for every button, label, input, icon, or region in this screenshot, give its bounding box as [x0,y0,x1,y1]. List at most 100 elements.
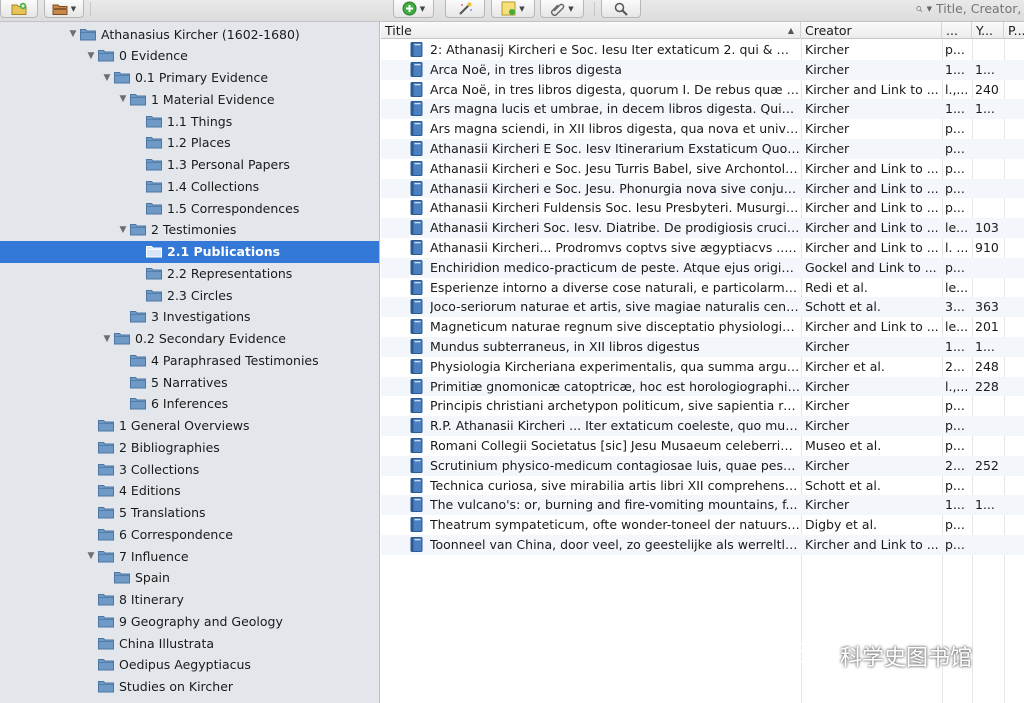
sidebar-collection[interactable]: 6 Correspondence [0,523,379,545]
item-title: The vulcano's: or, burning and fire-vomi… [430,497,798,513]
item-year: 248 [975,358,999,374]
sidebar-collection[interactable]: 1.5 Correspondences [0,197,379,219]
item-row[interactable]: Joco-seriorum naturae et artis, sive mag… [381,297,1024,318]
item-title: 2: Athanasij Kircheri e Soc. Iesu Iter e… [430,42,800,57]
attachment-button[interactable]: ▼ [540,0,584,18]
sort-ascending-icon: ▲ [787,26,794,35]
column-year[interactable]: Y... [972,22,1004,39]
sidebar-collection[interactable]: 2 Bibliographies [0,436,379,458]
item-row[interactable]: Ars magna lucis et umbrae, in decem libr… [381,99,1024,120]
item-row[interactable]: Theatrum sympateticum, ofte wonder-tonee… [381,515,1024,535]
disclosure-triangle-icon[interactable]: ▼ [116,225,130,235]
item-year [975,515,1005,535]
item-row[interactable]: Romani Collegii Societatus [sic] Jesu Mu… [381,436,1024,456]
sidebar-collection[interactable]: ▼ 2 Testimonies [0,219,379,241]
sidebar-collection[interactable]: 8 Itinerary [0,589,379,611]
sidebar-collection[interactable]: ▼ 0.2 Secondary Evidence [0,328,379,350]
new-item-button[interactable]: ▼ [393,0,434,18]
item-row[interactable]: Arca Noë, in tres libros digesta, quorum… [381,80,1024,100]
column-date[interactable]: ... [942,22,972,39]
item-row[interactable]: The vulcano's: or, burning and fire-vomi… [381,495,1024,516]
item-title: Primitiæ gnomonicæ catoptricæ, hoc est h… [430,378,800,394]
item-row[interactable]: Athanasii Kircheri Fuldensis Soc. Iesu P… [381,198,1024,218]
item-row[interactable]: 2: Athanasij Kircheri e Soc. Iesu Iter e… [381,40,1024,60]
sidebar-collection-label: Oedipus Aegyptiacus [119,657,251,673]
sidebar-collection[interactable]: 5 Narratives [0,371,379,393]
magic-wand-button[interactable] [445,0,485,18]
item-row[interactable]: Esperienze intorno a diverse cose natura… [381,278,1024,298]
item-row[interactable]: Physiologia Kircheriana experimentalis, … [381,357,1024,377]
column-pages[interactable]: P... [1004,22,1024,39]
item-row[interactable]: Mundus subterraneus, in XII libros diges… [381,337,1024,357]
sidebar-collection[interactable]: ▼ 0.1 Primary Evidence [0,67,379,89]
sidebar-collection[interactable]: 2.3 Circles [0,284,379,306]
item-row[interactable]: Athanasii Kircheri E Soc. Iesv Itinerari… [381,139,1024,159]
chevron-down-icon: ▼ [568,4,574,13]
item-row[interactable]: Athanasii Kircheri e Soc. Jesu. Phonurgi… [381,178,1024,199]
disclosure-triangle-icon[interactable]: ▼ [100,334,114,344]
sidebar-collection[interactable]: 9 Geography and Geology [0,610,379,632]
advanced-search-button[interactable] [601,0,641,18]
sidebar-collection[interactable]: ▼ 7 Influence [0,545,379,567]
item-row[interactable]: Enchiridion medico-practicum de peste. A… [381,257,1024,278]
item-date: 1... [945,61,965,77]
item-row[interactable]: Toonneel van China, door veel, zo geeste… [381,535,1024,555]
item-row[interactable]: Technica curiosa, sive mirabilia artis l… [381,476,1024,496]
item-row[interactable]: R.P. Athanasii Kircheri ... Iter extatic… [381,416,1024,436]
sidebar-collection[interactable]: ▼ 0 Evidence [0,45,379,67]
sidebar-collection[interactable]: Spain [0,567,379,589]
item-creator: Schott et al. [805,299,881,315]
collection-actions-button[interactable]: ▼ [44,0,84,18]
sidebar-collection[interactable]: Studies on Kircher [0,676,379,698]
sidebar-collection[interactable]: ▼ 1 Material Evidence [0,88,379,110]
sidebar-collection[interactable]: 6 Inferences [0,393,379,415]
sidebar-collection-label: 2 Bibliographies [119,439,220,455]
item-year [975,198,1005,218]
item-row[interactable]: Athanasii Kircheri e Soc. Jesu Turris Ba… [381,159,1024,179]
item-row[interactable]: Athanasii Kircheri Soc. Iesv. Diatribe. … [381,218,1024,238]
sidebar-collection[interactable]: 5 Translations [0,502,379,524]
search-dropdown-icon[interactable]: ▼ [927,5,932,13]
column-title[interactable]: Title ▲ [381,22,801,39]
disclosure-triangle-icon[interactable]: ▼ [100,73,114,83]
item-row[interactable]: Scrutinium physico-medicum contagiosae l… [381,455,1024,476]
sidebar-collection[interactable]: 1.1 Things [0,110,379,132]
sidebar-collection[interactable]: 4 Paraphrased Testimonies [0,349,379,371]
sidebar-collection[interactable]: 2.1 Publications [0,240,379,263]
search-input[interactable] [936,1,1024,16]
sidebar-collection[interactable]: 4 Editions [0,480,379,502]
sidebar-collection-label: Spain [135,570,170,586]
sidebar-collection[interactable]: ▼ Athanasius Kircher (1602-1680) [0,23,379,45]
item-title: Athanasii Kircheri E Soc. Iesv Itinerari… [430,141,800,156]
item-creator: Digby et al. [805,517,878,533]
sidebar-collection[interactable]: 1.4 Collections [0,175,379,197]
sidebar-collection-label: 1.3 Personal Papers [167,157,290,172]
sidebar-collection[interactable]: 1.2 Places [0,132,379,154]
disclosure-triangle-icon[interactable]: ▼ [84,551,98,561]
sidebar-collection[interactable]: China Illustrata [0,632,379,654]
item-year: 228 [975,378,999,394]
sidebar-collection-label: 1 Material Evidence [151,91,275,107]
sidebar-collection[interactable]: 1 General Overviews [0,415,379,437]
new-note-button[interactable]: ▼ [491,0,535,18]
sidebar-collection[interactable]: 3 Collections [0,458,379,480]
disclosure-triangle-icon[interactable]: ▼ [84,51,98,61]
item-row[interactable]: Athanasii Kircheri... Prodromvs coptvs s… [381,238,1024,258]
item-row[interactable]: Arca Noë, in tres libros digesta Kircher 1… [381,59,1024,80]
item-year [975,476,1005,496]
item-row[interactable]: Ars magna sciendi, in XII libros digesta… [381,119,1024,139]
sidebar-collection[interactable]: 3 Investigations [0,306,379,328]
book-icon [410,160,423,176]
column-creator[interactable]: Creator [801,22,942,39]
disclosure-triangle-icon[interactable]: ▼ [66,29,80,39]
sidebar-collection[interactable]: Oedipus Aegyptiacus [0,654,379,676]
sidebar-collection[interactable]: 2.2 Representations [0,262,379,284]
sidebar-collection-label: 1.4 Collections [167,178,260,194]
disclosure-triangle-icon[interactable]: ▼ [116,94,130,104]
new-collection-button[interactable] [0,0,38,18]
sidebar-collection[interactable]: 1.3 Personal Papers [0,154,379,176]
item-row[interactable]: Magneticum naturae regnum sive disceptat… [381,317,1024,337]
item-row[interactable]: Primitiæ gnomonicæ catoptricæ, hoc est h… [381,376,1024,397]
search-field[interactable]: ▼ [912,0,1024,17]
item-row[interactable]: Principis christiani archetypon politicu… [381,396,1024,416]
